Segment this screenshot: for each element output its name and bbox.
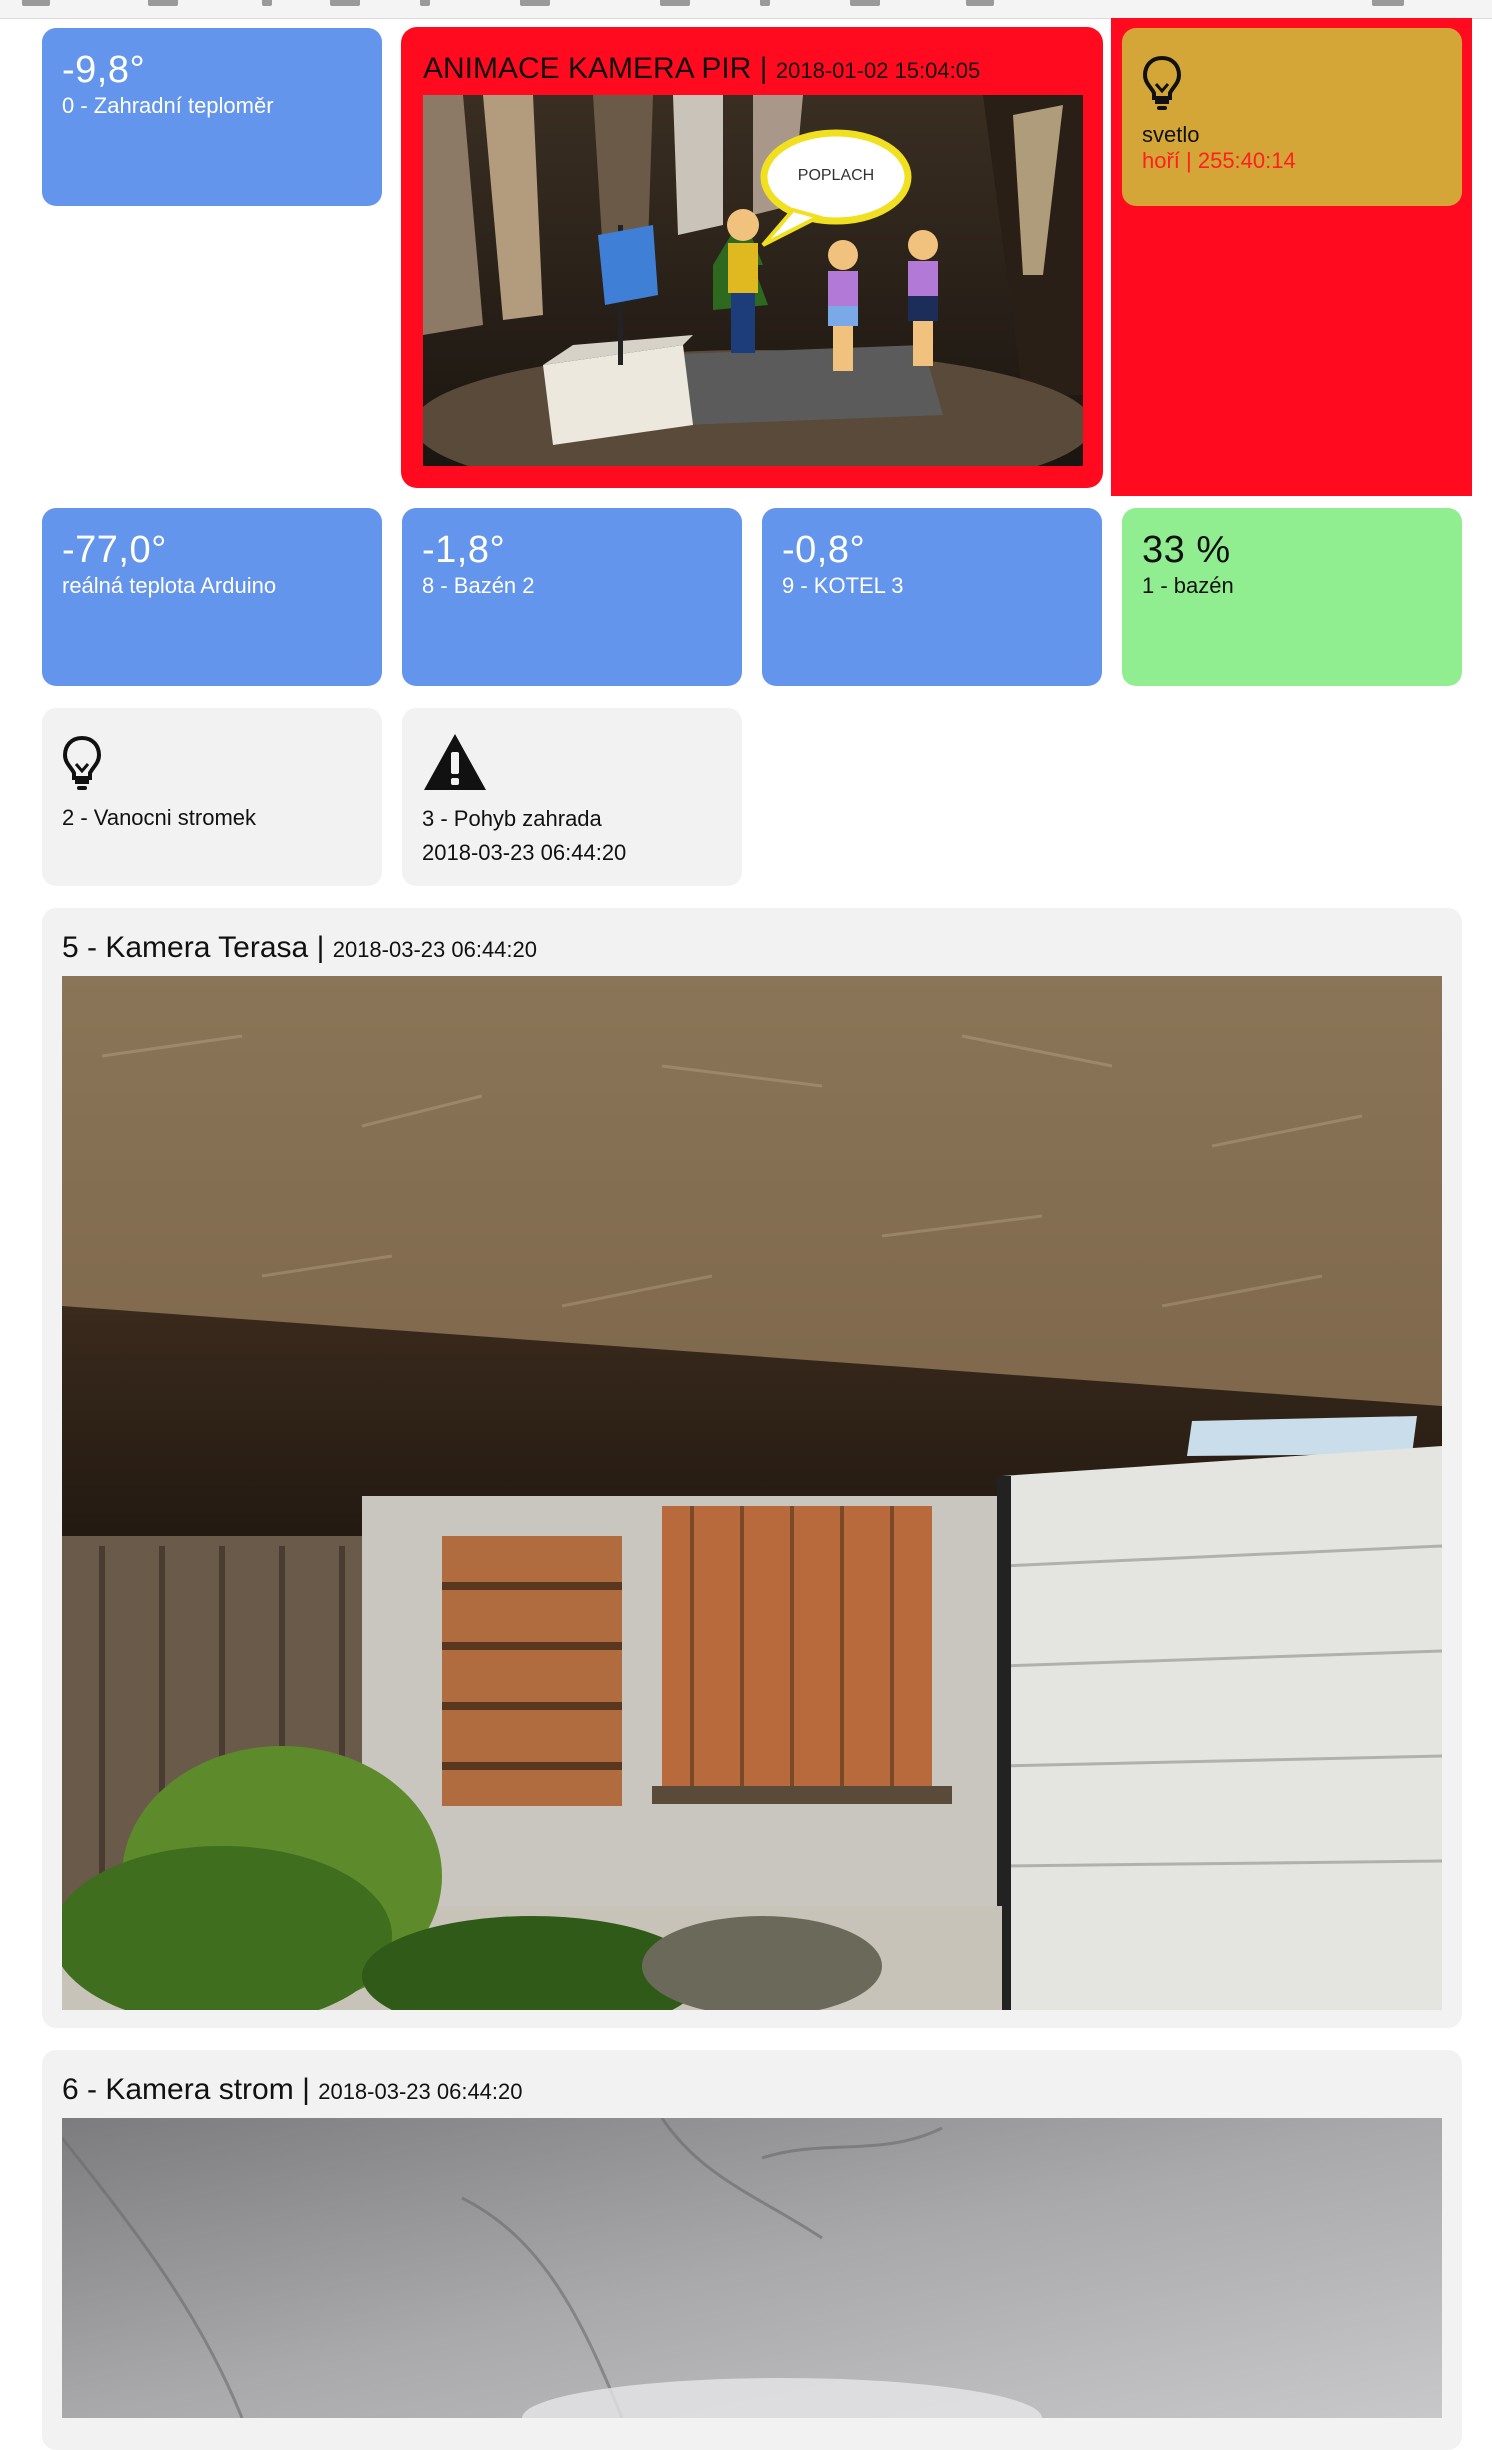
tile-garden-temp[interactable]: -9,8° 0 - Zahradní teploměr: [42, 28, 382, 206]
alarm-bubble-text: POPLACH: [797, 167, 875, 184]
pool2-temp-label: 8 - Bazén 2: [422, 573, 535, 598]
lightbulb-icon: [1142, 55, 1182, 110]
xmas-tree-label: 2 - Vanocni stromek: [62, 805, 257, 830]
tile-pool2-temp[interactable]: -1,8° 8 - Bazén 2: [402, 508, 742, 686]
camera-strom-title: 6 - Kamera strom: [62, 2073, 294, 2106]
light-label: svetlo: [1142, 122, 1200, 147]
camera-strom-timestamp: 2018-03-23 06:44:20: [318, 2079, 523, 2104]
tile-pool-level[interactable]: 33 % 1 - bazén: [1122, 508, 1462, 686]
camera-terasa-title: 5 - Kamera Terasa: [62, 931, 309, 964]
garden-temp-value: -9,8°: [62, 49, 146, 91]
tree-camera-picture: [62, 2118, 1442, 2418]
camera-strom-separator: |: [302, 2073, 310, 2106]
lightbulb-icon: [62, 735, 102, 790]
tile-light[interactable]: svetlo hoří | 255:40:14: [1122, 28, 1462, 206]
alarm-camera-separator: |: [759, 52, 768, 85]
pool-level-label: 1 - bazén: [1142, 573, 1234, 598]
motion-garden-time: 2018-03-23 06:44:20: [422, 840, 627, 865]
alarm-camera-image: POPLACH: [423, 95, 1083, 466]
alarm-camera-tile[interactable]: ANIMACE KAMERA PIR | 2018-01-02 15:04:05: [401, 27, 1103, 488]
arduino-temp-label: reálná teplota Arduino: [62, 573, 277, 598]
alarm-camera-timestamp: 2018-01-02 15:04:05: [775, 58, 981, 83]
top-strip: [0, 0, 1492, 19]
pool2-temp-value: -1,8°: [422, 529, 506, 571]
alarm-camera-title: ANIMACE KAMERA PIR: [423, 52, 752, 85]
alarm-scene-picture: [423, 95, 1083, 466]
camera-terasa-timestamp: 2018-03-23 06:44:20: [332, 937, 538, 962]
tile-boiler-temp[interactable]: -0,8° 9 - KOTEL 3: [762, 508, 1102, 686]
arduino-temp-value: -77,0°: [62, 529, 167, 571]
camera-strom-image: [62, 2118, 1442, 2418]
warning-icon: [424, 734, 486, 790]
garden-temp-label: 0 - Zahradní teploměr: [62, 93, 274, 118]
light-status: hoří | 255:40:14: [1142, 148, 1296, 173]
motion-garden-label: 3 - Pohyb zahrada: [422, 806, 602, 831]
boiler-temp-value: -0,8°: [782, 529, 866, 571]
terrace-scene-picture: [62, 976, 1442, 2010]
pool-level-value: 33 %: [1142, 529, 1231, 571]
camera-terasa-separator: |: [316, 931, 325, 964]
tile-xmas-tree[interactable]: 2 - Vanocni stromek: [42, 708, 382, 886]
camera-terasa-image: [62, 976, 1442, 2010]
boiler-temp-label: 9 - KOTEL 3: [782, 573, 904, 598]
tile-arduino-temp[interactable]: -77,0° reálná teplota Arduino: [42, 508, 382, 686]
tile-motion-garden[interactable]: 3 - Pohyb zahrada 2018-03-23 06:44:20: [402, 708, 742, 886]
